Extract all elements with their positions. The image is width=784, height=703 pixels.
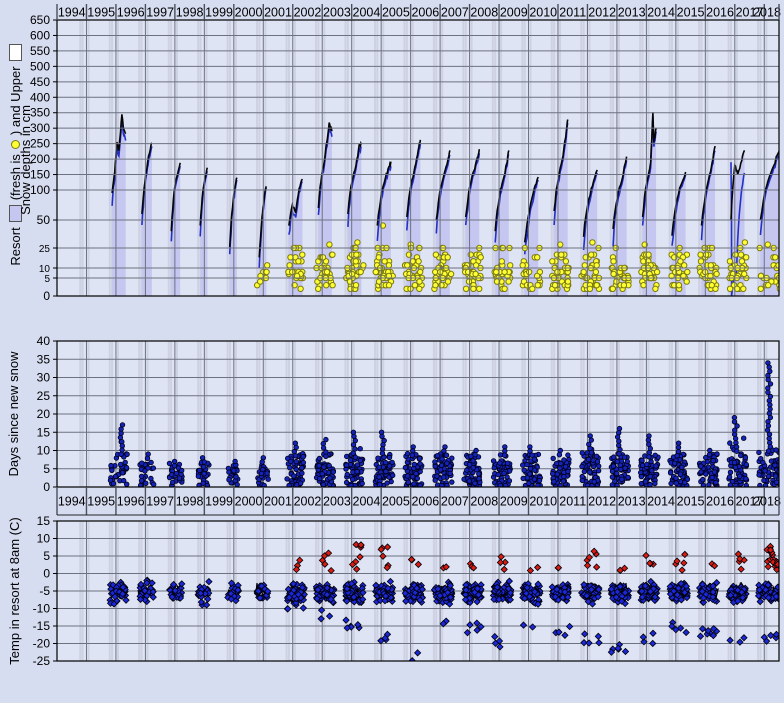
svg-text:30: 30 xyxy=(37,371,51,385)
svg-text:2003: 2003 xyxy=(323,6,351,20)
svg-text:2016: 2016 xyxy=(706,495,734,509)
snow-depth-panel: 6506005505004504003503002502001501005025… xyxy=(30,13,784,303)
svg-text:2008: 2008 xyxy=(470,495,498,509)
svg-text:50: 50 xyxy=(37,213,51,227)
svg-text:1997: 1997 xyxy=(146,6,174,20)
svg-text:1995: 1995 xyxy=(87,495,115,509)
svg-text:2011: 2011 xyxy=(559,6,586,20)
svg-text:2003: 2003 xyxy=(323,495,351,509)
svg-text:2005: 2005 xyxy=(382,495,410,509)
svg-text:2008: 2008 xyxy=(470,6,498,20)
days-axis-title-text: Days since new snow xyxy=(6,352,21,477)
svg-text:5: 5 xyxy=(44,274,50,285)
svg-text:2014: 2014 xyxy=(647,6,675,20)
svg-text:2015: 2015 xyxy=(677,6,705,20)
year-axis-row: 1994199519961997199819992000200120022003… xyxy=(57,487,781,515)
svg-text:1996: 1996 xyxy=(117,6,145,20)
svg-text:-20: -20 xyxy=(33,637,51,651)
svg-text:1996: 1996 xyxy=(117,495,145,509)
svg-text:2001: 2001 xyxy=(264,6,292,20)
svg-text:-15: -15 xyxy=(33,619,51,633)
svg-text:2010: 2010 xyxy=(529,6,557,20)
chart-canvas: 6506005505004504003503002502001501005025… xyxy=(0,0,784,703)
svg-text:2000: 2000 xyxy=(235,495,263,509)
days-axis-title: Days since new snow xyxy=(3,344,23,484)
svg-text:2000: 2000 xyxy=(235,6,263,20)
svg-text:2001: 2001 xyxy=(264,495,292,509)
svg-text:1999: 1999 xyxy=(205,495,233,509)
svg-text:0: 0 xyxy=(43,480,50,494)
svg-text:2004: 2004 xyxy=(353,495,381,509)
svg-text:2004: 2004 xyxy=(353,6,381,20)
svg-text:2002: 2002 xyxy=(294,6,322,20)
svg-text:35: 35 xyxy=(37,352,51,366)
svg-text:1998: 1998 xyxy=(176,6,204,20)
svg-text:25: 25 xyxy=(37,389,51,403)
svg-text:2009: 2009 xyxy=(500,6,528,20)
temp-axis-title-text: Temp in resort at 8am (C) xyxy=(7,517,22,664)
temp-axis-title: Temp in resort at 8am (C) xyxy=(4,501,24,681)
svg-text:2013: 2013 xyxy=(618,6,646,20)
svg-text:10: 10 xyxy=(37,444,51,458)
svg-text:0: 0 xyxy=(43,289,50,303)
svg-text:2006: 2006 xyxy=(411,495,439,509)
svg-text:2012: 2012 xyxy=(588,495,616,509)
svg-text:0: 0 xyxy=(43,567,50,581)
svg-text:1995: 1995 xyxy=(87,6,115,20)
days-since-snow-panel: 0 5 10 15 20 25 30 35 40 xyxy=(37,334,784,494)
svg-text:2012: 2012 xyxy=(588,6,616,20)
svg-text:1994: 1994 xyxy=(58,6,86,20)
svg-text:20: 20 xyxy=(37,407,51,421)
svg-text:-5: -5 xyxy=(39,584,50,598)
svg-text:650: 650 xyxy=(30,13,50,27)
svg-text:2007: 2007 xyxy=(441,495,469,509)
svg-text:550: 550 xyxy=(30,44,50,58)
svg-text:1994: 1994 xyxy=(58,495,86,509)
svg-text:2018: 2018 xyxy=(753,6,781,20)
temp-panel: -25 -20 -15 -10 -5 0 5 10 15 xyxy=(33,514,784,668)
svg-text:600: 600 xyxy=(30,28,50,42)
svg-text:15: 15 xyxy=(37,425,51,439)
svg-text:2007: 2007 xyxy=(441,6,469,20)
svg-text:2009: 2009 xyxy=(500,495,528,509)
year-axis-row: 1994199519961997199819992000200120022003… xyxy=(57,4,781,20)
snow-axis-title: Snow depths in cm xyxy=(15,60,35,260)
svg-text:5: 5 xyxy=(43,462,50,476)
svg-text:2015: 2015 xyxy=(677,495,705,509)
svg-text:2006: 2006 xyxy=(411,6,439,20)
upper-swatch xyxy=(9,44,22,61)
svg-text:1999: 1999 xyxy=(205,6,233,20)
svg-text:-10: -10 xyxy=(33,602,51,616)
svg-text:1997: 1997 xyxy=(146,495,174,509)
svg-text:2018: 2018 xyxy=(753,495,781,509)
svg-text:2005: 2005 xyxy=(382,6,410,20)
svg-text:1998: 1998 xyxy=(176,495,204,509)
svg-text:2011: 2011 xyxy=(559,495,586,509)
svg-text:40: 40 xyxy=(37,334,51,348)
svg-text:2002: 2002 xyxy=(294,495,322,509)
svg-text:2016: 2016 xyxy=(706,6,734,20)
svg-text:-25: -25 xyxy=(33,654,51,668)
svg-text:25: 25 xyxy=(39,244,51,255)
svg-text:2014: 2014 xyxy=(647,495,675,509)
snow-history-chart-page: 6506005505004504003503002502001501005025… xyxy=(0,0,784,703)
svg-text:10: 10 xyxy=(37,532,51,546)
svg-text:15: 15 xyxy=(37,514,51,528)
svg-text:2010: 2010 xyxy=(529,495,557,509)
svg-text:2013: 2013 xyxy=(618,495,646,509)
svg-text:5: 5 xyxy=(43,549,50,563)
snow-axis-title-text: Snow depths in cm xyxy=(18,105,33,215)
